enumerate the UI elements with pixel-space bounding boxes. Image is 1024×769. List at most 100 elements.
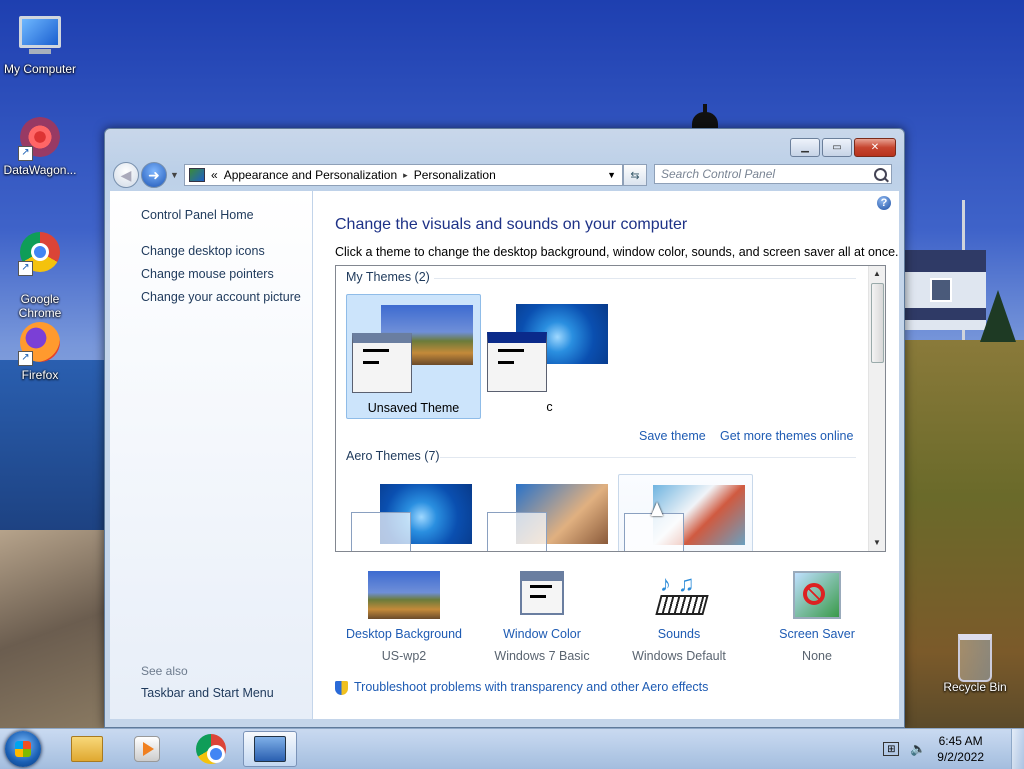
theme-tile-characters[interactable] — [618, 474, 753, 551]
control-panel-icon — [254, 736, 286, 762]
theme-tile-architecture[interactable] — [482, 474, 617, 551]
window-preview-icon — [351, 512, 411, 551]
taskbar-start-menu-link[interactable]: Taskbar and Start Menu — [141, 686, 274, 700]
desktop-icon-my-computer[interactable]: My Computer — [0, 10, 80, 76]
volume-icon[interactable]: 🔈 — [910, 741, 926, 756]
theme-settings-bar: Desktop Background US-wp2 Window Color W… — [313, 571, 899, 691]
folder-icon — [71, 736, 103, 762]
change-desktop-icons-link[interactable]: Change desktop icons — [141, 244, 265, 258]
desktop-icon-firefox[interactable]: ↗ Firefox — [0, 320, 80, 382]
screen-saver-link[interactable]: Screen Saver — [752, 627, 882, 641]
screen-saver-setting[interactable]: Screen Saver None — [752, 571, 882, 663]
chrome-icon: ↗ — [18, 232, 62, 276]
datawagon-icon: ↗ — [18, 117, 62, 161]
control-panel-home-link[interactable]: Control Panel Home — [141, 208, 254, 222]
troubleshoot-link[interactable]: Troubleshoot problems with transparency … — [354, 680, 708, 694]
sounds-setting[interactable]: ♪ ♫ Sounds Windows Default — [614, 571, 744, 663]
media-player-icon — [134, 736, 160, 762]
minimize-button[interactable]: ▁ — [790, 138, 820, 157]
desktop-background-value: US-wp2 — [381, 649, 427, 663]
window-preview-icon — [487, 332, 547, 392]
close-button[interactable]: ✕ — [854, 138, 896, 157]
clock-time: 6:45 AM — [938, 734, 983, 748]
forward-button[interactable]: ➜ — [141, 162, 167, 188]
theme-tile-windows-7[interactable] — [346, 474, 481, 551]
window-color-link[interactable]: Window Color — [477, 627, 607, 641]
network-icon[interactable]: ⊞ — [883, 742, 900, 756]
main-content: ? Change the visuals and sounds on your … — [313, 191, 899, 719]
start-button[interactable] — [5, 731, 41, 767]
address-bar[interactable]: « Appearance and Personalization ▸ Perso… — [184, 164, 623, 186]
address-dropdown-icon[interactable]: ▼ — [607, 170, 616, 180]
refresh-button[interactable]: ⇆ — [623, 164, 647, 186]
change-mouse-pointers-link[interactable]: Change mouse pointers — [141, 267, 274, 281]
aero-themes-heading[interactable]: Aero Themes (7) — [346, 449, 440, 463]
breadcrumb-separator[interactable]: ▸ — [403, 170, 408, 181]
back-button[interactable]: ◀ — [113, 162, 139, 188]
screen-saver-icon — [781, 571, 853, 619]
change-account-picture-link[interactable]: Change your account picture — [141, 290, 301, 304]
desktop-icon-datawagon[interactable]: ↗ DataWagon... — [0, 115, 80, 177]
system-tray: ⊞ 🔈 6:45 AM 9/2/2022 — [883, 729, 1014, 769]
breadcrumb-overflow[interactable]: « — [211, 168, 218, 182]
shortcut-arrow-icon: ↗ — [18, 146, 33, 161]
breadcrumb-item-personalization[interactable]: Personalization — [414, 168, 496, 182]
theme-list: My Themes (2) Unsaved Theme c Save theme… — [335, 265, 886, 552]
window-color-setting[interactable]: Window Color Windows 7 Basic — [477, 571, 607, 663]
shortcut-arrow-icon: ↗ — [18, 351, 33, 366]
desktop-icon-label: Google Chrome — [18, 292, 62, 320]
taskbar-chrome-button[interactable] — [184, 731, 238, 767]
desktop-icon-recycle-bin[interactable]: Recycle Bin — [935, 632, 1015, 694]
desktop-background-setting[interactable]: Desktop Background US-wp2 — [339, 571, 469, 663]
scroll-down-arrow-icon[interactable]: ▼ — [869, 535, 885, 551]
sounds-link[interactable]: Sounds — [614, 627, 744, 641]
firefox-icon: ↗ — [18, 322, 62, 366]
troubleshoot-row[interactable]: Troubleshoot problems with transparency … — [335, 680, 708, 695]
see-also-heading: See also — [141, 664, 188, 678]
save-theme-link[interactable]: Save theme — [639, 429, 706, 443]
personalization-window: ▁ ▭ ✕ ◀ ➜ ▼ « Appearance and Personaliza… — [104, 128, 905, 728]
screen-saver-value: None — [802, 649, 832, 663]
scroll-up-arrow-icon[interactable]: ▲ — [869, 266, 885, 282]
desktop-icon-label: Recycle Bin — [943, 680, 1007, 694]
desktop-icon-label: DataWagon... — [3, 163, 77, 177]
desktop-background-link[interactable]: Desktop Background — [339, 627, 469, 641]
desktop-background-icon — [368, 571, 440, 619]
taskbar-control-panel-button[interactable] — [243, 731, 297, 767]
left-navigation-pane: Control Panel Home Change desktop icons … — [110, 191, 312, 719]
wallpaper-tree — [980, 290, 1016, 342]
theme-label: c — [546, 400, 553, 414]
help-icon[interactable]: ? — [877, 196, 891, 210]
recent-pages-dropdown[interactable]: ▼ — [170, 170, 179, 180]
get-more-themes-link[interactable]: Get more themes online — [720, 429, 853, 443]
show-desktop-button[interactable] — [1011, 729, 1024, 769]
maximize-button[interactable]: ▭ — [822, 138, 852, 157]
chrome-icon — [196, 734, 226, 764]
navigation-buttons: ◀ ➜ ▼ — [113, 162, 179, 188]
sounds-value: Windows Default — [632, 649, 726, 663]
scroll-thumb[interactable] — [871, 283, 884, 363]
my-themes-heading[interactable]: My Themes (2) — [346, 270, 430, 284]
group-divider — [434, 278, 856, 279]
theme-tile-c[interactable]: c — [482, 294, 617, 419]
taskbar-explorer-button[interactable] — [60, 731, 114, 767]
clock-date: 9/2/2022 — [937, 750, 984, 764]
theme-list-scrollbar[interactable]: ▲ ▼ — [868, 266, 885, 551]
taskbar: ⊞ 🔈 6:45 AM 9/2/2022 — [0, 728, 1024, 769]
taskbar-media-player-button[interactable] — [120, 731, 174, 767]
control-panel-icon — [189, 168, 205, 182]
desktop-icon-google-chrome[interactable]: ↗ Google Chrome — [0, 216, 80, 320]
breadcrumb-item-appearance[interactable]: Appearance and Personalization — [224, 168, 397, 182]
desktop-icon-label: My Computer — [3, 62, 77, 76]
theme-tile-unsaved[interactable]: Unsaved Theme — [346, 294, 481, 419]
search-icon[interactable] — [874, 167, 887, 181]
recycle-bin-icon — [953, 634, 997, 682]
wallpaper-house — [900, 250, 986, 330]
computer-icon — [18, 16, 62, 60]
shield-icon — [335, 680, 348, 695]
sounds-icon: ♪ ♫ — [643, 571, 715, 619]
clock[interactable]: 6:45 AM 9/2/2022 — [937, 733, 984, 765]
mouse-cursor-icon — [651, 502, 663, 516]
search-input[interactable]: Search Control Panel — [654, 164, 892, 184]
window-controls: ▁ ▭ ✕ — [790, 138, 896, 157]
